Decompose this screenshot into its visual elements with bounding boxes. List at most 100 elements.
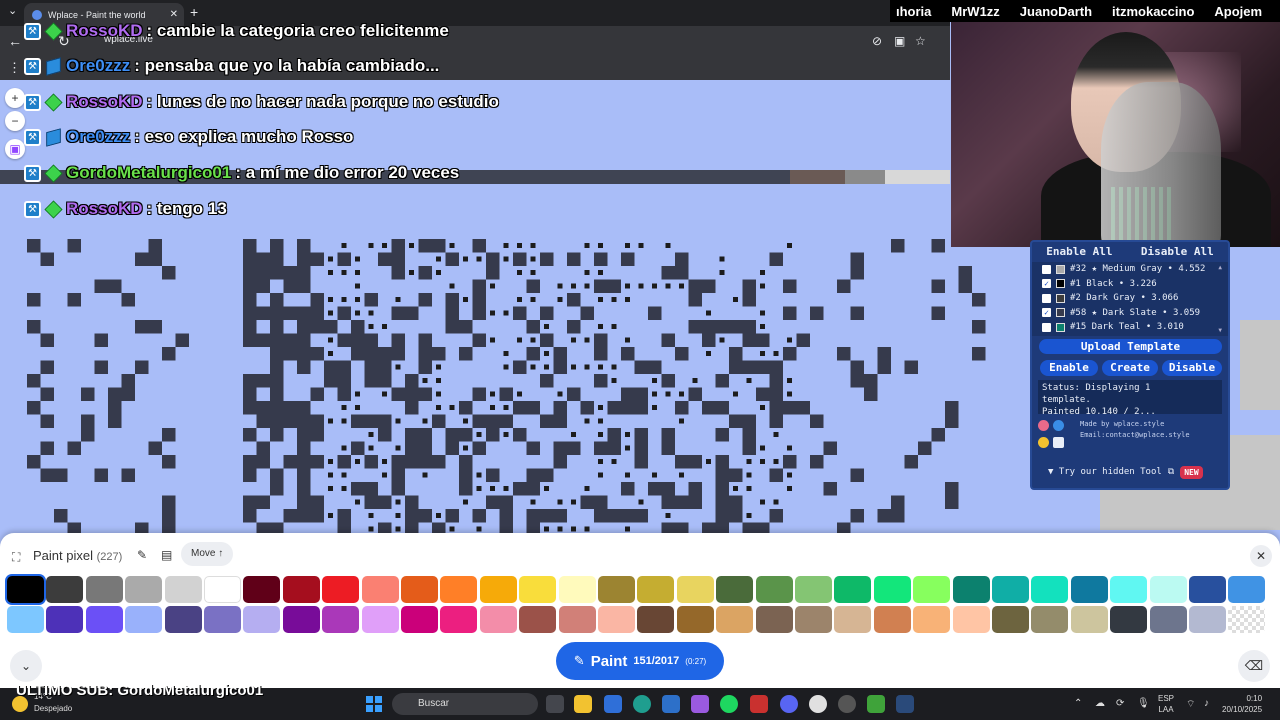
app-icon[interactable]: [750, 695, 768, 713]
palette-swatch[interactable]: [46, 606, 84, 633]
zoom-in-button[interactable]: +: [5, 88, 25, 108]
palette-swatch[interactable]: [243, 606, 281, 633]
palette-swatch[interactable]: [282, 606, 320, 633]
palette-swatch[interactable]: [164, 606, 202, 633]
palette-swatch[interactable]: [873, 576, 911, 603]
collapse-icon[interactable]: ⌄: [10, 650, 42, 682]
palette-swatch[interactable]: [952, 576, 990, 603]
eraser-icon[interactable]: ⌫: [1238, 650, 1270, 682]
disable-all-button[interactable]: Disable All: [1141, 245, 1214, 258]
palette-swatch[interactable]: [716, 576, 754, 603]
fullscreen-icon[interactable]: ⛶: [12, 550, 20, 565]
store-icon[interactable]: [604, 695, 622, 713]
pencil-icon[interactable]: ✎: [137, 548, 147, 562]
enable-all-button[interactable]: Enable All: [1046, 245, 1112, 258]
move-button[interactable]: Move ↑: [181, 542, 234, 566]
palette-swatch[interactable]: [440, 606, 478, 633]
language-indicator[interactable]: ESP LAA: [1158, 693, 1174, 715]
palette-swatch[interactable]: [1031, 606, 1069, 633]
outlook-icon[interactable]: [662, 695, 680, 713]
palette-swatch[interactable]: [204, 606, 241, 633]
palette-swatch[interactable]: [282, 576, 320, 603]
back-icon[interactable]: ←: [8, 33, 22, 49]
palette-swatch[interactable]: [873, 606, 911, 633]
spotify-icon[interactable]: [720, 695, 738, 713]
wifi-icon[interactable]: ⌔: [1186, 698, 1195, 711]
checkbox[interactable]: [1042, 322, 1051, 332]
palette-swatch[interactable]: [795, 576, 832, 603]
palette-swatch[interactable]: [558, 606, 596, 633]
hidden-tool-link[interactable]: ▼ Try our hidden Tool ⧉ NEW: [1038, 460, 1222, 484]
twitch-icon[interactable]: ▣: [5, 139, 25, 159]
template-color-row[interactable]: #15 Dark Teal • 3.010: [1032, 320, 1228, 335]
palette-swatch[interactable]: [7, 576, 44, 603]
palette-swatch[interactable]: [519, 606, 557, 633]
palette-swatch[interactable]: [322, 576, 360, 603]
paint-button[interactable]: ✎ Paint 151/2017 (0:27): [556, 642, 724, 680]
sync-icon[interactable]: ⟳: [1116, 698, 1124, 709]
palette-swatch[interactable]: [361, 606, 399, 633]
palette-swatch[interactable]: [243, 576, 281, 603]
palette-swatch[interactable]: [755, 606, 793, 633]
palette-swatch[interactable]: [204, 576, 241, 603]
palette-swatch[interactable]: [125, 606, 163, 633]
palette-swatch[interactable]: [125, 576, 163, 603]
palette-swatch[interactable]: [952, 606, 990, 633]
palette-swatch[interactable]: [913, 606, 951, 633]
steam-icon[interactable]: [896, 695, 914, 713]
palette-swatch[interactable]: [716, 606, 754, 633]
copilot-icon[interactable]: [691, 695, 709, 713]
cast-icon[interactable]: ▣: [894, 34, 905, 48]
cloud-icon[interactable]: ☁: [1095, 698, 1105, 709]
palette-swatch[interactable]: [1228, 606, 1266, 633]
palette-swatch[interactable]: [913, 576, 951, 603]
palette-swatch[interactable]: [1228, 576, 1266, 603]
palette-swatch[interactable]: [322, 606, 360, 633]
palette-swatch[interactable]: [85, 576, 123, 603]
palette-swatch[interactable]: [1070, 576, 1108, 603]
minecraft-icon[interactable]: [867, 695, 885, 713]
chevron-up-icon[interactable]: ⌃: [1074, 698, 1082, 709]
task-view-icon[interactable]: [546, 695, 564, 713]
palette-swatch[interactable]: [676, 606, 714, 633]
palette-swatch[interactable]: [992, 606, 1029, 633]
save-icon[interactable]: ▤: [161, 548, 172, 562]
palette-swatch[interactable]: [401, 576, 438, 603]
template-color-row[interactable]: ✓ #58 ★ Dark Slate • 3.059: [1032, 306, 1228, 321]
palette-swatch[interactable]: [598, 576, 635, 603]
create-button[interactable]: Create: [1102, 360, 1158, 376]
palette-swatch[interactable]: [1149, 576, 1187, 603]
palette-swatch[interactable]: [598, 606, 635, 633]
star-icon[interactable]: [1038, 437, 1049, 448]
palette-swatch[interactable]: [795, 606, 832, 633]
palette-swatch[interactable]: [1189, 576, 1226, 603]
close-icon[interactable]: ✕: [1250, 545, 1272, 567]
palette-swatch[interactable]: [637, 576, 675, 603]
template-color-row[interactable]: ✓ #1 Black • 3.226: [1032, 277, 1228, 292]
palette-swatch[interactable]: [479, 606, 517, 633]
palette-swatch[interactable]: [676, 576, 714, 603]
checkbox[interactable]: ✓: [1042, 279, 1051, 289]
template-color-row[interactable]: #2 Dark Gray • 3.066: [1032, 291, 1228, 306]
checkbox[interactable]: ✓: [1042, 308, 1051, 318]
palette-swatch[interactable]: [1110, 576, 1148, 603]
checkbox[interactable]: [1042, 293, 1051, 303]
palette-swatch[interactable]: [1189, 606, 1226, 633]
globe-icon[interactable]: [1053, 420, 1064, 431]
checkbox[interactable]: [1042, 264, 1051, 274]
edge-icon[interactable]: [633, 695, 651, 713]
palette-swatch[interactable]: [637, 606, 675, 633]
palette-swatch[interactable]: [46, 576, 84, 603]
upload-template-button[interactable]: Upload Template: [1039, 339, 1222, 354]
palette-icon[interactable]: [1038, 420, 1049, 431]
palette-swatch[interactable]: [834, 606, 872, 633]
template-color-list[interactable]: #32 ★ Medium Gray • 4.552 ✓ #1 Black • 3.2…: [1032, 262, 1228, 336]
palette-swatch[interactable]: [992, 576, 1029, 603]
palette-swatch[interactable]: [361, 576, 399, 603]
enable-button[interactable]: Enable: [1040, 360, 1098, 376]
clock[interactable]: 0:10 20/10/2025: [1222, 693, 1262, 715]
palette-swatch[interactable]: [164, 576, 202, 603]
palette-swatch[interactable]: [479, 576, 517, 603]
file-explorer-icon[interactable]: [574, 695, 592, 713]
windows-start-icon[interactable]: [366, 696, 382, 712]
